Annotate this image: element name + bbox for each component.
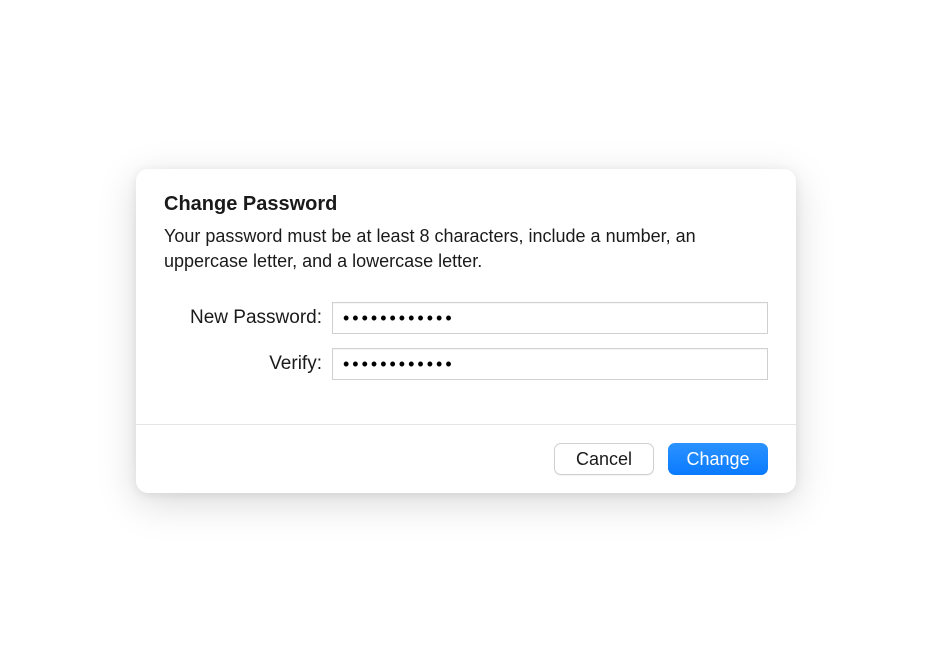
dialog-title: Change Password bbox=[164, 193, 768, 216]
change-password-dialog: Change Password Your password must be at… bbox=[136, 169, 796, 493]
dialog-description: Your password must be at least 8 charact… bbox=[164, 224, 768, 274]
cancel-button[interactable]: Cancel bbox=[554, 443, 654, 475]
verify-password-label: Verify: bbox=[164, 353, 332, 375]
dialog-body: Change Password Your password must be at… bbox=[136, 169, 796, 424]
new-password-row: New Password: bbox=[164, 302, 768, 334]
new-password-input[interactable] bbox=[332, 302, 768, 334]
verify-password-input[interactable] bbox=[332, 348, 768, 380]
new-password-label: New Password: bbox=[164, 307, 332, 329]
change-button[interactable]: Change bbox=[668, 443, 768, 475]
verify-password-row: Verify: bbox=[164, 348, 768, 380]
dialog-footer: Cancel Change bbox=[136, 424, 796, 493]
